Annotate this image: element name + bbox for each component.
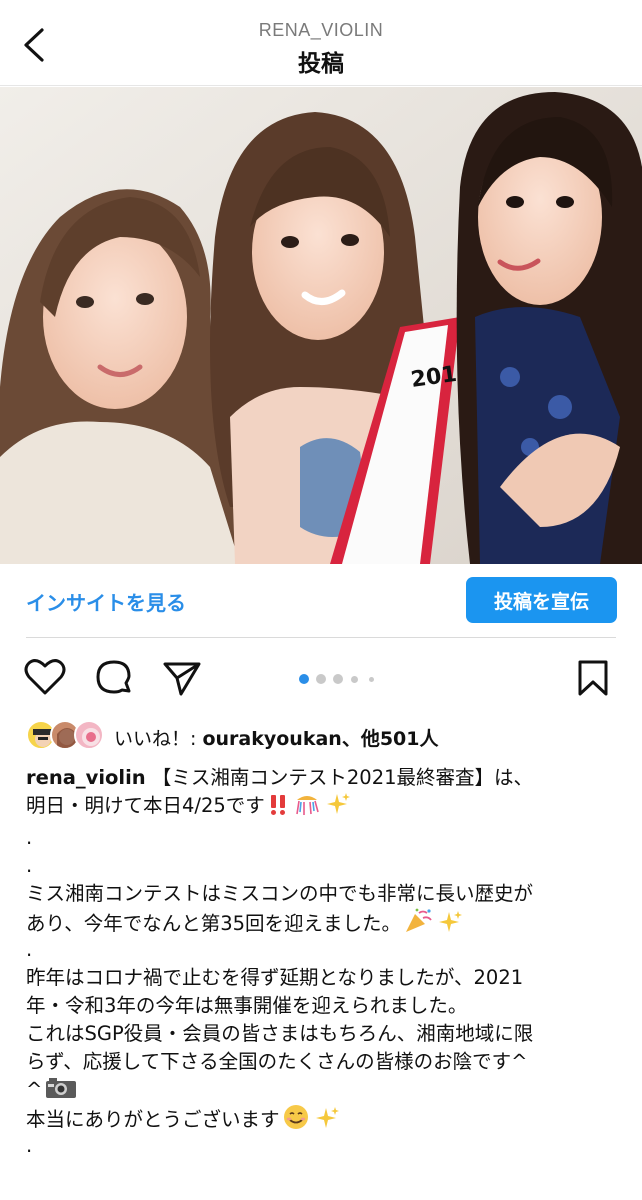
avatar: [74, 720, 104, 750]
liker-username[interactable]: ourakyoukan: [202, 728, 341, 750]
likes-row[interactable]: いいね！: ourakyoukan、他501人: [26, 720, 626, 754]
carousel-dot: [351, 676, 358, 683]
caption-line: ミス湘南コンテストはミスコンの中でも非常に長い歴史が: [26, 882, 534, 905]
caption-line: らず、応援して下さる全国のたくさんの皆様のお陰です^: [26, 1050, 528, 1073]
caption-line: ^: [26, 1076, 614, 1104]
confetti-ball-icon: [296, 796, 319, 815]
likes-prefix: いいね！:: [114, 728, 203, 750]
post-header: RENA_VIOLIN 投稿: [0, 0, 642, 86]
post-photo[interactable]: 201: [0, 87, 642, 564]
caption-line: 明日・明けて本日4/25です: [26, 792, 614, 820]
caption-line: .: [26, 854, 33, 877]
header-username: RENA_VIOLIN: [258, 20, 384, 40]
page-title: 投稿: [298, 51, 344, 77]
caption-line: .: [26, 938, 33, 961]
promote-post-button[interactable]: 投稿を宣伝: [466, 577, 617, 623]
sparkles-icon: [315, 1107, 339, 1128]
carousel-dot: [316, 674, 326, 684]
carousel-dot-active: [299, 674, 309, 684]
divider: [26, 637, 616, 638]
caption-line: .: [26, 826, 33, 849]
carousel-dot: [333, 674, 343, 684]
view-insights-link[interactable]: インサイトを見る: [26, 587, 186, 616]
caption-line: 昨年はコロナ禍で止むを得ず延期となりましたが、2021: [26, 966, 524, 989]
likes-count[interactable]: 、他501人: [342, 728, 439, 750]
sparkles-icon: [326, 793, 350, 814]
caption-line: あり、今年でなんと第35回を迎えました。: [26, 908, 614, 936]
party-popper-icon: [406, 908, 432, 932]
double-exclamation-icon: [270, 795, 285, 815]
likes-summary[interactable]: いいね！: ourakyoukan、他501人: [114, 724, 438, 751]
sparkles-icon: [439, 911, 463, 932]
post-image: 201: [0, 87, 642, 564]
post-caption: rena_violin 【ミス湘南コンテスト2021最終審査】は、 明日・明けて…: [26, 764, 614, 1160]
smiling-face-icon: [283, 1105, 308, 1129]
caption-username[interactable]: rena_violin: [26, 766, 146, 789]
caption-line: rena_violin 【ミス湘南コンテスト2021最終審査】は、: [26, 766, 534, 789]
comment-icon[interactable]: [94, 658, 134, 698]
share-icon[interactable]: [161, 658, 203, 698]
heart-icon[interactable]: [24, 657, 66, 697]
caption-line: 年・令和3年の今年は無事開催を迎えられました。: [26, 994, 468, 1017]
caption-line: これはSGP役員・会員の皆さまはもちろん、湘南地域に限: [26, 1022, 534, 1045]
camera-icon: [46, 1078, 77, 1098]
bookmark-icon[interactable]: [576, 658, 610, 698]
caption-line: .: [26, 1134, 33, 1157]
caption-line: 本当にありがとうございます: [26, 1104, 614, 1132]
carousel-dot: [369, 677, 374, 682]
